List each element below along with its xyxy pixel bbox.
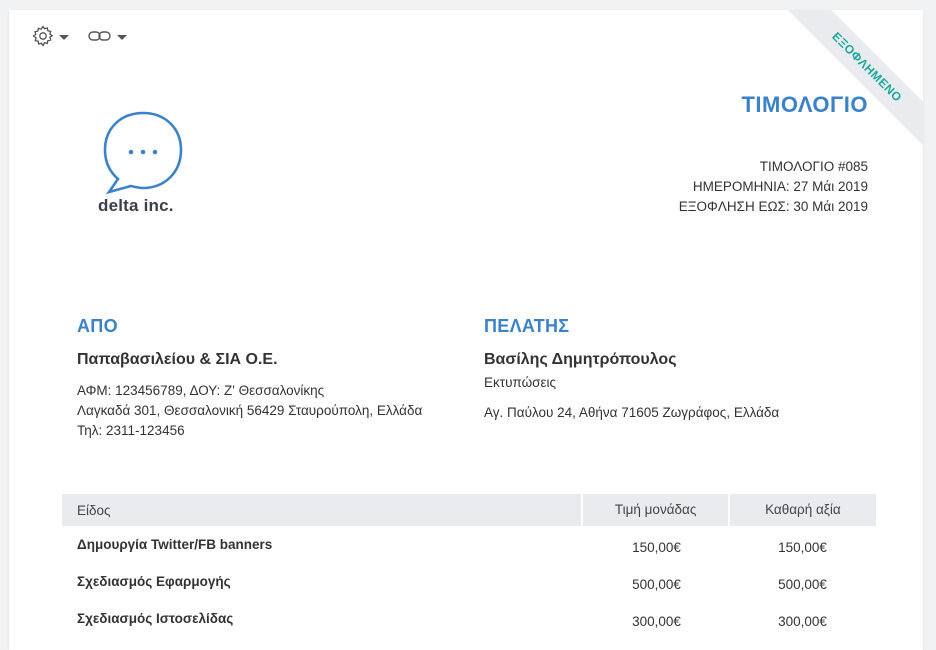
from-tax: ΑΦΜ: 123456789, ΔΟΥ: Ζ' Θεσσαλονίκης [77,383,325,398]
client-section: ΠΕΛΑΤΗΣ Βασίλης Δημητρόπουλος Εκτυπώσεις… [484,316,779,423]
from-name: Παπαβασιλείου & ΣΙΑ Ο.Ε. [77,351,278,368]
table-row: Σχεδιασμός Εφαρμογής 500,00€ 500,00€ [62,563,876,600]
table-header: Είδος Τιμή μονάδας Καθαρή αξία [62,494,876,526]
row-unit-price: 500,00€ [632,577,681,592]
header-unit-price: Τιμή μονάδας [581,494,727,526]
invoice-due-date: ΕΞΟΦΛΗΣΗ ΕΩΣ: 30 Μάι 2019 [678,199,868,214]
from-address: Λαγκαδά 301, Θεσσαλονική 56429 Σταυρούπο… [77,403,423,418]
from-section: ΑΠΟ Παπαβασιλείου & ΣΙΑ Ο.Ε. ΑΦΜ: 123456… [77,316,422,441]
paid-ribbon-label: ΕΞΟΦΛΗΜΕΝΟ [785,10,923,149]
row-item: Σχεδιασμός Εφαρμογής [77,574,231,589]
from-heading: ΑΠΟ [77,316,118,336]
chevron-down-icon [117,35,127,40]
settings-dropdown[interactable] [31,24,69,48]
client-name: Βασίλης Δημητρόπουλος [484,351,677,368]
client-company: Εκτυπώσεις [484,375,556,390]
client-address: Αγ. Παύλου 24, Αθήνα 71605 Ζωγράφος, Ελλ… [484,405,780,420]
table-row: Σχεδιασμός Ιστοσελίδας 300,00€ 300,00€ [62,600,876,637]
toolbar [31,24,127,48]
chat-bubble-icon [103,111,183,195]
header-item: Είδος [77,502,111,518]
link-icon [87,26,113,46]
invoice-title: ΤΙΜΟΛΟΓΙΟ [741,92,868,117]
invoice-sheet: ΕΞΟΦΛΗΜΕΝΟ delta inc. ΤΙΜΟΛΟΓΙΟ ΤΙΜΟΛΟΓΙ… [9,10,923,650]
link-dropdown[interactable] [87,26,127,46]
items-table: Είδος Τιμή μονάδας Καθαρή αξία Δημουργία… [62,494,876,637]
invoice-meta: ΤΙΜΟΛΟΓΙΟ #085 ΗΜΕΡΟΜΗΝΙΑ: 27 Μάι 2019 Ε… [679,157,868,217]
company-logo [97,110,197,201]
table-row: Δημουργία Twitter/FB banners 150,00€ 150… [62,526,876,563]
invoice-number: ΤΙΜΟΛΟΓΙΟ #085 [759,159,868,174]
paid-ribbon: ΕΞΟΦΛΗΜΕΝΟ [783,10,923,150]
company-logo-text: delta inc. [98,196,174,215]
header-net-value: Καθαρή αξία [727,494,876,526]
row-item: Δημουργία Twitter/FB banners [77,537,273,552]
chevron-down-icon [59,35,69,40]
row-item: Σχεδιασμός Ιστοσελίδας [77,611,234,626]
client-heading: ΠΕΛΑΤΗΣ [484,316,570,336]
invoice-date: ΗΜΕΡΟΜΗΝΙΑ: 27 Μάι 2019 [692,179,868,194]
row-net-value: 150,00€ [778,540,827,555]
gear-icon [31,24,55,48]
row-unit-price: 150,00€ [632,540,681,555]
from-phone: Τηλ: 2311-123456 [77,423,185,438]
row-net-value: 500,00€ [778,577,827,592]
